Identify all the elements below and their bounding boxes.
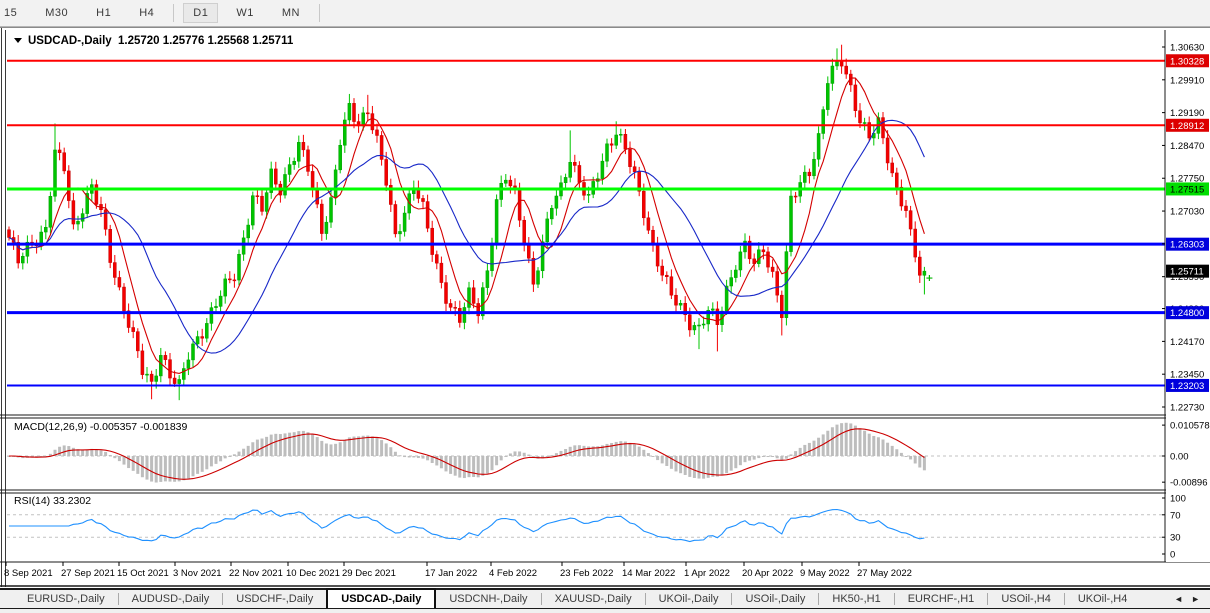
svg-text:RSI(14) 33.2302: RSI(14) 33.2302: [14, 495, 91, 507]
chart-tab-bar: EURUSD-,DailyAUDUSD-,DailyUSDCHF-,DailyU…: [0, 588, 1210, 609]
svg-text:USDCAD-,Daily: USDCAD-,Daily: [28, 35, 112, 47]
chart-tab-usdcad-daily[interactable]: USDCAD-,Daily: [326, 588, 436, 608]
svg-text:100: 100: [1170, 494, 1186, 505]
main-price-panel: [7, 45, 1165, 400]
symbol-dropdown-icon: [14, 38, 22, 43]
mt4-terminal: 15M30H1H4D1W1MN 1.306301.299101.291901.2…: [0, 0, 1210, 613]
svg-text:27 May 2022: 27 May 2022: [857, 568, 912, 579]
svg-text:1.30630: 1.30630: [1170, 43, 1204, 54]
svg-text:1.27030: 1.27030: [1170, 207, 1204, 218]
svg-text:17 Jan 2022: 17 Jan 2022: [425, 568, 477, 579]
svg-text:23 Feb 2022: 23 Feb 2022: [560, 568, 613, 579]
chart-tab-usdcnh-daily[interactable]: USDCNH-,Daily: [436, 590, 540, 608]
svg-text:1.26303: 1.26303: [1170, 240, 1204, 251]
svg-text:22 Nov 2021: 22 Nov 2021: [229, 568, 283, 579]
chart-tab-ukoil-h4[interactable]: UKOil-,H4: [1065, 590, 1141, 608]
tabs-scroll-right-icon[interactable]: ►: [1191, 594, 1200, 604]
candles-layer: [8, 45, 926, 400]
svg-text:1.23203: 1.23203: [1170, 381, 1204, 392]
svg-text:1.30328: 1.30328: [1170, 56, 1204, 67]
svg-text:1 Apr 2022: 1 Apr 2022: [684, 568, 730, 579]
svg-text:1.28470: 1.28470: [1170, 141, 1204, 152]
svg-text:1.25711: 1.25711: [1170, 267, 1204, 278]
svg-text:3 Nov 2021: 3 Nov 2021: [173, 568, 222, 579]
svg-text:70: 70: [1170, 510, 1181, 521]
chart-tab-eurchf-h1[interactable]: EURCHF-,H1: [895, 590, 988, 608]
bottom-strip: [0, 609, 1210, 613]
chart-tab-eurusd-daily[interactable]: EURUSD-,Daily: [14, 590, 118, 608]
chart-tab-hk50-h1[interactable]: HK50-,H1: [819, 590, 893, 608]
svg-text:10 Dec 2021: 10 Dec 2021: [286, 568, 340, 579]
svg-text:27 Sep 2021: 27 Sep 2021: [61, 568, 115, 579]
svg-text:1.22730: 1.22730: [1170, 403, 1204, 414]
svg-text:MACD(12,26,9) -0.005357 -0.001: MACD(12,26,9) -0.005357 -0.001839: [14, 421, 188, 433]
svg-text:0: 0: [1170, 550, 1175, 561]
last-price-cross-icon: [926, 275, 932, 281]
svg-text:1.27515: 1.27515: [1170, 184, 1204, 195]
svg-text:14 Mar 2022: 14 Mar 2022: [622, 568, 675, 579]
svg-text:9 May 2022: 9 May 2022: [800, 568, 850, 579]
chart-tab-xauusd-daily[interactable]: XAUUSD-,Daily: [542, 590, 645, 608]
chart-tab-ukoil-daily[interactable]: UKOil-,Daily: [646, 590, 732, 608]
svg-text:1.24800: 1.24800: [1170, 308, 1204, 319]
tabs-scroll-left-icon[interactable]: ◄: [1174, 594, 1183, 604]
chart-tab-usoil-h4[interactable]: USOil-,H4: [988, 590, 1064, 608]
svg-text:-0.00896: -0.00896: [1170, 478, 1208, 489]
svg-text:1.28912: 1.28912: [1170, 121, 1204, 132]
svg-text:1.25720 1.25776 1.25568 1.2571: 1.25720 1.25776 1.25568 1.25711: [118, 35, 294, 47]
svg-text:0.00: 0.00: [1170, 452, 1189, 463]
svg-text:1.29190: 1.29190: [1170, 108, 1204, 119]
svg-text:15 Oct 2021: 15 Oct 2021: [117, 568, 169, 579]
svg-text:1.24170: 1.24170: [1170, 337, 1204, 348]
chart-tab-usoil-daily[interactable]: USOil-,Daily: [732, 590, 818, 608]
svg-text:29 Dec 2021: 29 Dec 2021: [342, 568, 396, 579]
svg-text:0.010578: 0.010578: [1170, 421, 1210, 432]
chart-tab-usdchf-daily[interactable]: USDCHF-,Daily: [223, 590, 326, 608]
svg-text:8 Sep 2021: 8 Sep 2021: [4, 568, 53, 579]
chart-canvas[interactable]: 1.306301.299101.291901.284701.277501.270…: [0, 0, 1210, 613]
svg-text:30: 30: [1170, 533, 1181, 544]
tabbar-left-pad: [0, 590, 14, 608]
svg-text:20 Apr 2022: 20 Apr 2022: [742, 568, 793, 579]
svg-text:4 Feb 2022: 4 Feb 2022: [489, 568, 537, 579]
rsi-panel: [7, 510, 1165, 542]
svg-text:1.29910: 1.29910: [1170, 75, 1204, 86]
chart-tab-audusd-daily[interactable]: AUDUSD-,Daily: [119, 590, 223, 608]
